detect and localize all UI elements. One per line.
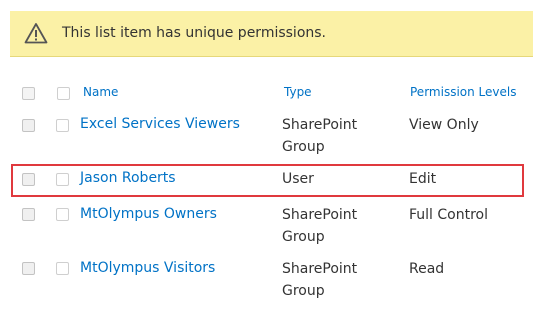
row-permission-level: Full Control xyxy=(409,207,488,223)
row-name-link[interactable]: Excel Services Viewers xyxy=(80,116,240,132)
row-type: SharePoint Group xyxy=(282,261,358,299)
select-all-checkbox[interactable] xyxy=(22,87,35,100)
row-type: SharePoint Group xyxy=(282,207,358,245)
row-select-checkbox[interactable] xyxy=(22,119,35,132)
row-item-checkbox[interactable] xyxy=(56,119,69,132)
row-name-link[interactable]: MtOlympus Visitors xyxy=(80,260,215,276)
banner-message: This list item has unique permissions. xyxy=(62,25,327,41)
column-header-type[interactable]: Type xyxy=(284,85,312,99)
column-header-name[interactable]: Name xyxy=(83,85,118,99)
row-select-checkbox[interactable] xyxy=(22,262,35,275)
warning-triangle-icon xyxy=(24,23,48,44)
column-header-permission-levels[interactable]: Permission Levels xyxy=(410,85,516,99)
select-all-item-checkbox[interactable] xyxy=(57,87,70,100)
row-name-link[interactable]: MtOlympus Owners xyxy=(80,206,217,222)
row-item-checkbox[interactable] xyxy=(56,262,69,275)
row-permission-level: View Only xyxy=(409,117,479,133)
row-permission-level: Read xyxy=(409,261,445,277)
row-type: SharePoint Group xyxy=(282,117,358,155)
permissions-warning-banner: This list item has unique permissions. xyxy=(10,11,533,57)
row-highlight-box xyxy=(11,164,524,197)
row-select-checkbox[interactable] xyxy=(22,208,35,221)
row-item-checkbox[interactable] xyxy=(56,208,69,221)
